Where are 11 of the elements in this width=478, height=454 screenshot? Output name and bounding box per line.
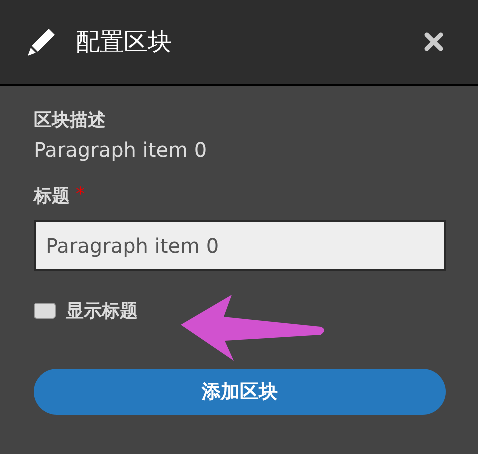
description-value: Paragraph item 0	[34, 138, 208, 162]
field-label: 标题	[34, 185, 70, 208]
close-icon[interactable]	[424, 32, 444, 52]
title-input[interactable]: Paragraph item 0	[34, 220, 446, 271]
required-mark: *	[76, 184, 85, 205]
dialog-title: 配置区块	[76, 27, 173, 58]
checkbox[interactable]	[34, 303, 56, 319]
checkbox-label[interactable]: 显示标题	[66, 299, 138, 323]
add-block-button[interactable]: 添加区块	[34, 369, 446, 415]
pencil-icon	[27, 28, 56, 56]
field-label: 区块描述	[34, 109, 106, 132]
